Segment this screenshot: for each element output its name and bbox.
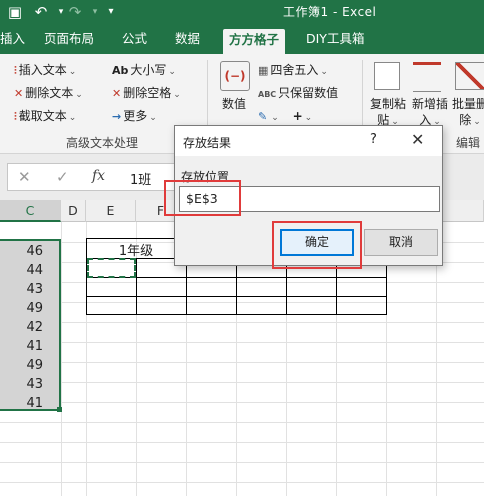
cell-c[interactable]: 46 <box>0 242 61 262</box>
table-line <box>136 258 137 315</box>
new-insert-icon[interactable] <box>413 62 441 92</box>
extract-text-button[interactable]: ⫶ 截取文本 ⌄ <box>14 108 76 126</box>
abc-icon: ABC <box>258 90 277 99</box>
grid-line <box>0 422 484 423</box>
redo-icon[interactable]: ↷ <box>64 2 86 22</box>
cell-c[interactable]: 49 <box>0 356 61 376</box>
copy-paste-icon[interactable] <box>374 62 400 90</box>
tab-data[interactable]: 数据 <box>175 30 200 54</box>
cell-c[interactable]: 41 <box>0 394 61 414</box>
cell-c[interactable]: 43 <box>0 375 61 395</box>
cancel-icon[interactable]: ✕ <box>18 168 31 186</box>
grid-line <box>0 322 484 323</box>
formula-buttons: ✕ ✓ fx <box>7 163 125 191</box>
arrow-right-icon: → <box>112 110 122 123</box>
case-button[interactable]: Ab 大小写 ⌄ <box>112 62 176 80</box>
title-bar: ▣ ↶ ▾ ↷ ▾ ▾ 工作簿1 - Excel <box>0 0 484 24</box>
column-header-e[interactable]: E <box>86 200 136 222</box>
text-group-label: 高级文本处理 <box>66 136 139 150</box>
keep-number-button[interactable]: ABC 只保留数值 <box>258 85 338 103</box>
grid-line <box>0 442 484 443</box>
table-line <box>236 258 237 315</box>
marching-ants-cell-e3[interactable] <box>87 258 136 278</box>
tab-fangfang[interactable]: 方方格子 <box>223 29 286 54</box>
column-header-d[interactable]: D <box>61 200 86 222</box>
save-icon[interactable]: ▣ <box>4 2 26 22</box>
customize-toolbar-icon[interactable]: ▾ <box>100 2 122 22</box>
tab-page-layout[interactable]: 页面布局 <box>44 30 94 54</box>
window-title: 工作簿1 - Excel <box>283 5 377 19</box>
batch-delete-icon[interactable] <box>455 62 484 90</box>
more-button[interactable]: → 更多 ⌄ <box>112 108 157 126</box>
cell-c[interactable]: 44 <box>0 261 61 281</box>
enter-icon[interactable]: ✓ <box>56 168 69 186</box>
round-icon: ▦ <box>258 64 269 77</box>
grid-line <box>0 462 484 463</box>
highlight-ok <box>272 221 362 269</box>
case-icon: Ab <box>112 64 129 77</box>
edit-group-label: 编辑 <box>456 136 481 150</box>
extract-text-icon: ⫶ <box>14 110 17 123</box>
edit-icon: ✎ <box>258 110 268 123</box>
dialog-title: 存放结果 <box>183 136 232 150</box>
table-line <box>186 258 187 315</box>
undo-icon[interactable]: ↶ <box>30 2 52 22</box>
grid-line <box>61 222 62 496</box>
grid-line <box>0 482 484 483</box>
cell-c[interactable]: 43 <box>0 280 61 300</box>
function-icon[interactable]: fx <box>92 168 105 184</box>
help-button[interactable]: ? <box>370 132 377 147</box>
value-button[interactable]: 数值 <box>222 96 246 112</box>
grid-line <box>0 362 484 363</box>
remove-spaces-button[interactable]: ✕ 删除空格 ⌄ <box>112 85 181 103</box>
cell-c[interactable]: 42 <box>0 318 61 338</box>
round-button[interactable]: ▦ 四舍五入 ⌄ <box>258 62 328 80</box>
grid-line <box>0 402 484 403</box>
formula-tools-button[interactable]: ✎ ⌄ + ⌄ <box>258 108 312 126</box>
tab-formulas[interactable]: 公式 <box>122 30 147 54</box>
tab-diy-toolbox[interactable]: DIY工具箱 <box>306 30 364 54</box>
highlight-input <box>164 180 241 216</box>
insert-text-icon: ⫶ <box>14 64 17 77</box>
fill-handle[interactable] <box>57 407 62 412</box>
delete-text-button[interactable]: ✕ 删除文本 ⌄ <box>14 85 83 103</box>
close-icon[interactable]: ✕ <box>411 130 424 149</box>
batch-delete-button[interactable]: 批量删除 ⌄ <box>450 96 484 130</box>
value-icon[interactable]: (−) <box>220 61 250 91</box>
cancel-button[interactable]: 取消 <box>364 229 438 256</box>
cell-c[interactable]: 49 <box>0 299 61 319</box>
tab-insert[interactable]: 插入 <box>0 30 25 54</box>
cell-c[interactable]: 41 <box>0 337 61 357</box>
table-header: 1年级 <box>118 244 154 259</box>
grid-line <box>0 382 484 383</box>
grid-line <box>0 342 484 343</box>
insert-text-button[interactable]: ⫶ 插入文本 ⌄ <box>14 62 76 80</box>
remove-spaces-icon: ✕ <box>112 87 122 100</box>
ribbon-tabs: 插入 页面布局 公式 数据 方方格子 DIY工具箱 <box>0 24 484 54</box>
column-header-c[interactable]: C <box>0 200 61 222</box>
delete-text-icon: ✕ <box>14 87 24 100</box>
